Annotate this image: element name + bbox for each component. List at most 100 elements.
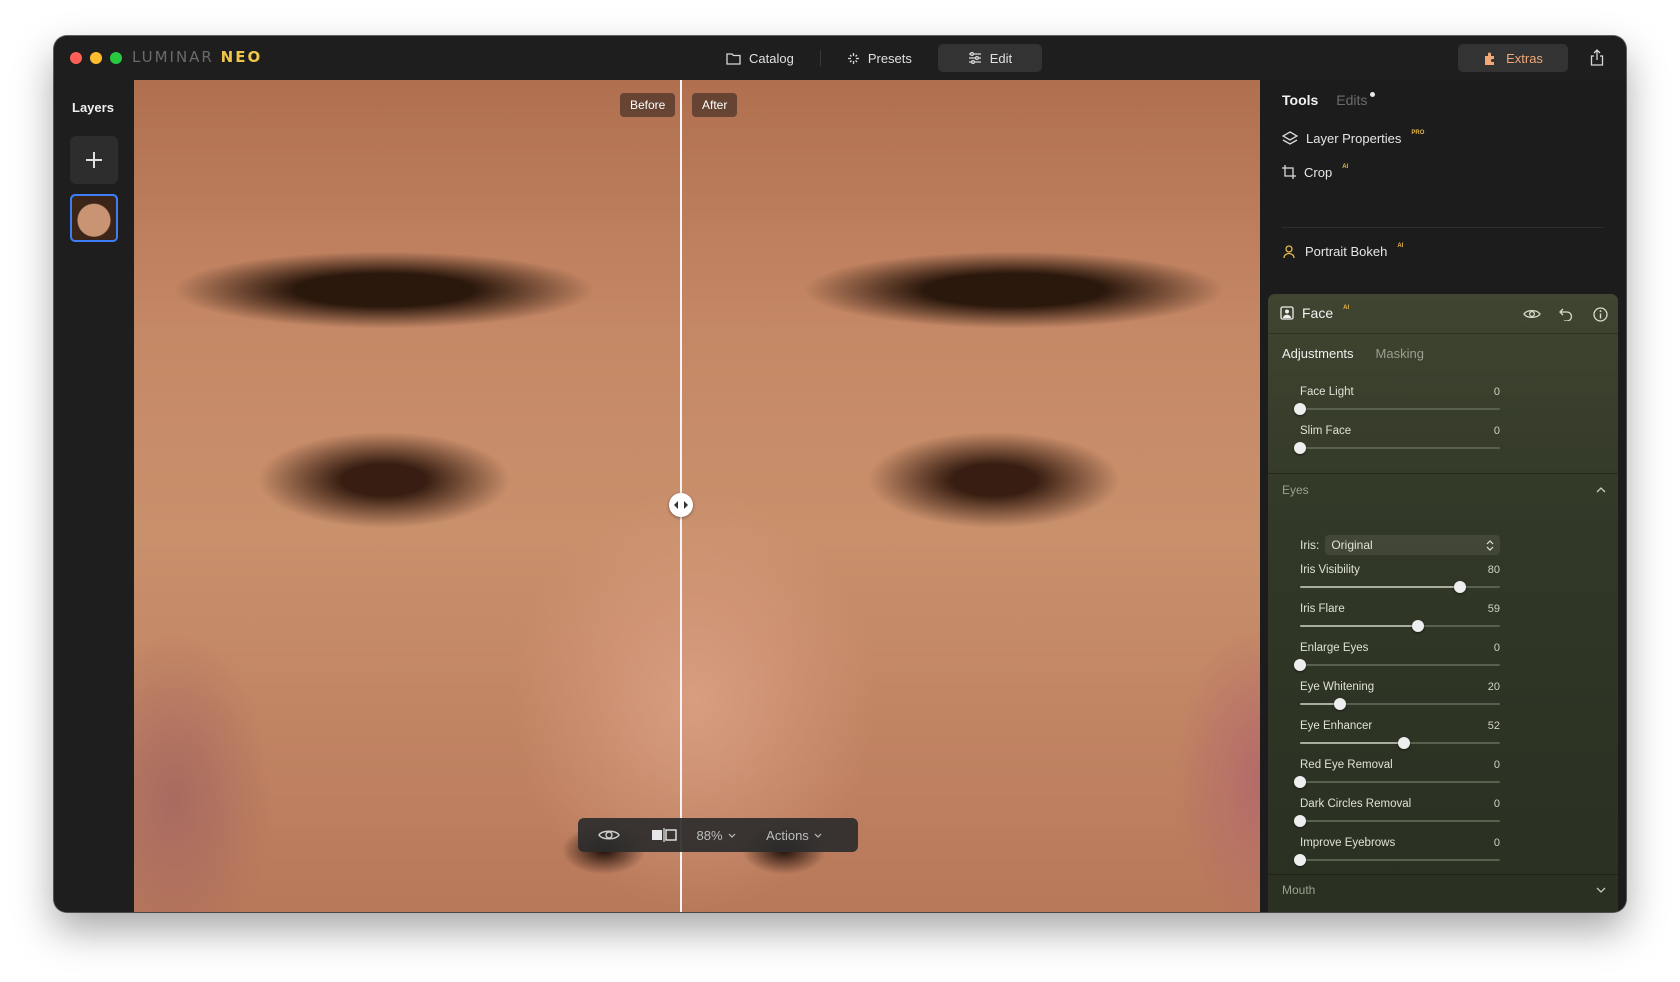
zoom-window-button[interactable]: [110, 52, 122, 64]
tools-panel: Tools Edits Layer Properties PRO Crop AI P…: [1260, 80, 1626, 912]
split-view-icon: [652, 828, 677, 842]
reset-button[interactable]: [1556, 304, 1576, 324]
slider-value: 0: [1493, 837, 1500, 849]
tools-divider: [1282, 227, 1604, 228]
minimize-window-button[interactable]: [90, 52, 102, 64]
slider-label: Improve Eyebrows: [1300, 837, 1396, 849]
tool-label: Layer Properties: [1306, 130, 1402, 146]
slider-track[interactable]: [1300, 447, 1500, 449]
updown-chevron-icon: [1486, 539, 1494, 551]
tool-layer-properties[interactable]: Layer Properties PRO: [1282, 128, 1424, 148]
face-actions: [1522, 304, 1610, 324]
extras-button[interactable]: Extras: [1458, 44, 1568, 72]
info-icon: [1592, 306, 1608, 322]
slider-thumb[interactable]: [1294, 776, 1306, 788]
layers-icon: [1282, 130, 1298, 145]
slider-label: Face Light: [1300, 386, 1354, 398]
slider-dark-circles-removal[interactable]: Dark Circles Removal 0: [1294, 798, 1500, 828]
slider-label: Dark Circles Removal: [1300, 798, 1412, 810]
face-title: Face AI: [1280, 305, 1349, 321]
slider-thumb[interactable]: [1294, 442, 1306, 454]
share-button[interactable]: [1586, 46, 1608, 68]
slider-iris-visibility[interactable]: Iris Visibility 80: [1300, 564, 1500, 594]
visibility-toggle-button[interactable]: [1522, 304, 1542, 324]
mouth-section-header[interactable]: Mouth: [1282, 880, 1606, 900]
edit-tab[interactable]: Edit: [937, 44, 1042, 72]
slider-thumb[interactable]: [1398, 737, 1410, 749]
slider-track[interactable]: [1300, 664, 1500, 666]
image-canvas[interactable]: Before After 88% Actions: [134, 80, 1260, 912]
add-layer-button[interactable]: [70, 136, 118, 184]
slider-fill: [1300, 625, 1418, 627]
presets-tab[interactable]: Presets: [829, 44, 930, 72]
zoom-value: 88%: [696, 827, 723, 843]
nav-divider: [819, 50, 821, 66]
slider-label: Eye Enhancer: [1300, 720, 1373, 732]
slider-slim-face[interactable]: Slim Face 0: [1294, 425, 1500, 455]
slider-label: Enlarge Eyes: [1300, 642, 1369, 654]
title-bar: LUMINAR NEO Catalog Presets Edit Extras: [54, 36, 1626, 80]
catalog-tab[interactable]: Catalog: [708, 44, 812, 72]
top-navigation: Catalog Presets Edit: [708, 43, 1042, 73]
iris-row: Iris: Original: [1300, 534, 1500, 556]
ai-badge: AI: [1342, 164, 1349, 170]
layer-thumbnail[interactable]: [70, 194, 118, 242]
face-subtabs: Adjustments Masking: [1282, 346, 1424, 361]
actions-dropdown[interactable]: Actions: [744, 818, 844, 852]
tab-masking[interactable]: Masking: [1376, 346, 1424, 361]
slider-red-eye-removal[interactable]: Red Eye Removal 0: [1294, 759, 1500, 789]
tab-edits[interactable]: Edits: [1336, 92, 1376, 108]
tab-tools[interactable]: Tools: [1282, 92, 1318, 108]
tool-portrait-bokeh[interactable]: Portrait Bokeh AI: [1282, 241, 1403, 261]
drag-arrows-icon: [674, 501, 688, 509]
preview-toggle-button[interactable]: [578, 818, 640, 852]
slider-value: 80: [1487, 564, 1500, 576]
slider-track[interactable]: [1300, 859, 1500, 861]
face-tool-header[interactable]: Face AI: [1268, 294, 1618, 334]
section-divider: [1268, 874, 1618, 875]
slider-enlarge-eyes[interactable]: Enlarge Eyes 0: [1294, 642, 1500, 672]
tab-adjustments[interactable]: Adjustments: [1282, 346, 1354, 361]
catalog-label: Catalog: [749, 50, 794, 66]
slider-thumb[interactable]: [1294, 854, 1306, 866]
info-button[interactable]: [1590, 304, 1610, 324]
slider-face-light[interactable]: Face Light 0: [1294, 386, 1500, 416]
iris-select[interactable]: Original: [1325, 535, 1500, 555]
slider-thumb[interactable]: [1334, 698, 1346, 710]
layers-panel: Layers: [54, 80, 134, 912]
eyes-section-header[interactable]: Eyes: [1282, 480, 1606, 500]
slider-track[interactable]: [1300, 408, 1500, 410]
tool-crop[interactable]: Crop AI: [1282, 162, 1348, 182]
compare-split-handle[interactable]: [669, 493, 693, 517]
edit-label: Edit: [989, 50, 1013, 66]
eye-icon: [1523, 309, 1541, 319]
slider-label: Iris Flare: [1300, 603, 1345, 615]
zoom-dropdown[interactable]: 88%: [688, 818, 744, 852]
panel-tabs: Tools Edits: [1282, 92, 1376, 108]
undo-icon: [1559, 308, 1573, 321]
compare-toggle-button[interactable]: [640, 818, 688, 852]
slider-label: Iris Visibility: [1300, 564, 1360, 576]
slider-value: 0: [1493, 386, 1500, 398]
app-logo: LUMINAR NEO: [132, 48, 263, 66]
section-divider: [1268, 473, 1618, 474]
slider-track[interactable]: [1300, 820, 1500, 822]
slider-track[interactable]: [1300, 781, 1500, 783]
slider-eye-whitening[interactable]: Eye Whitening 20: [1300, 681, 1500, 711]
presets-label: Presets: [867, 50, 912, 66]
slider-thumb[interactable]: [1294, 659, 1306, 671]
slider-thumb[interactable]: [1294, 815, 1306, 827]
slider-improve-eyebrows[interactable]: Improve Eyebrows 0: [1294, 837, 1500, 867]
slider-value: 0: [1493, 425, 1500, 437]
iris-select-value: Original: [1331, 538, 1373, 552]
puzzle-icon: [1485, 52, 1495, 65]
slider-iris-flare[interactable]: Iris Flare 59: [1300, 603, 1500, 633]
eye-icon: [598, 830, 620, 840]
slider-thumb[interactable]: [1454, 581, 1466, 593]
after-label: After: [692, 93, 738, 117]
slider-thumb[interactable]: [1294, 403, 1306, 415]
slider-value: 0: [1493, 642, 1500, 654]
close-window-button[interactable]: [70, 52, 82, 64]
slider-thumb[interactable]: [1412, 620, 1424, 632]
slider-eye-enhancer[interactable]: Eye Enhancer 52: [1300, 720, 1500, 750]
